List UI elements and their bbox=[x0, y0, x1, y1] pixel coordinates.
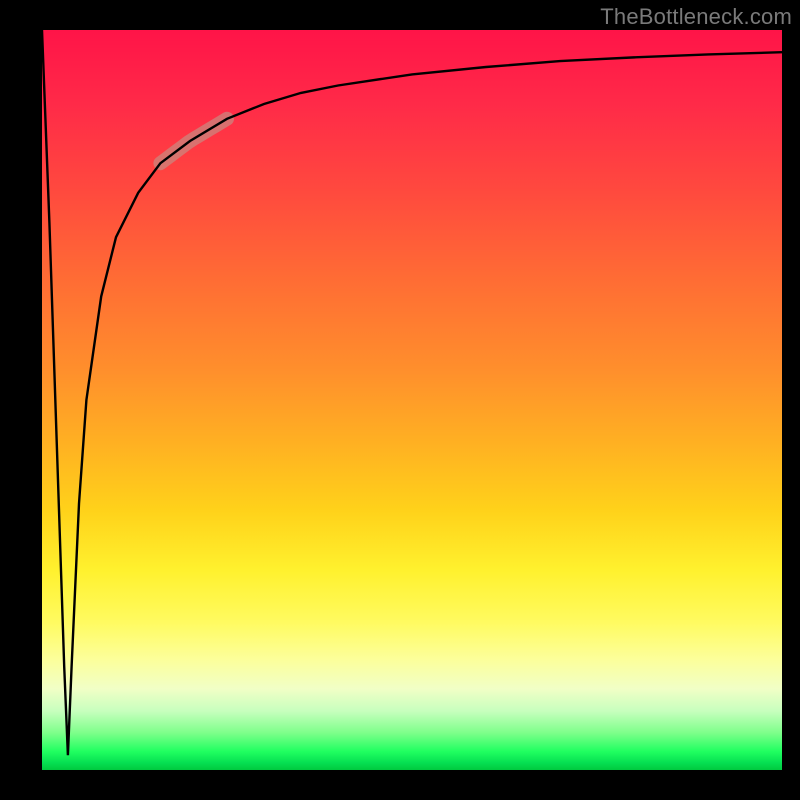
chart-root: TheBottleneck.com bbox=[0, 0, 800, 800]
plot-area bbox=[42, 30, 782, 770]
curve-layer bbox=[42, 30, 782, 770]
bottleneck-curve bbox=[42, 30, 782, 755]
watermark-text: TheBottleneck.com bbox=[600, 4, 792, 30]
